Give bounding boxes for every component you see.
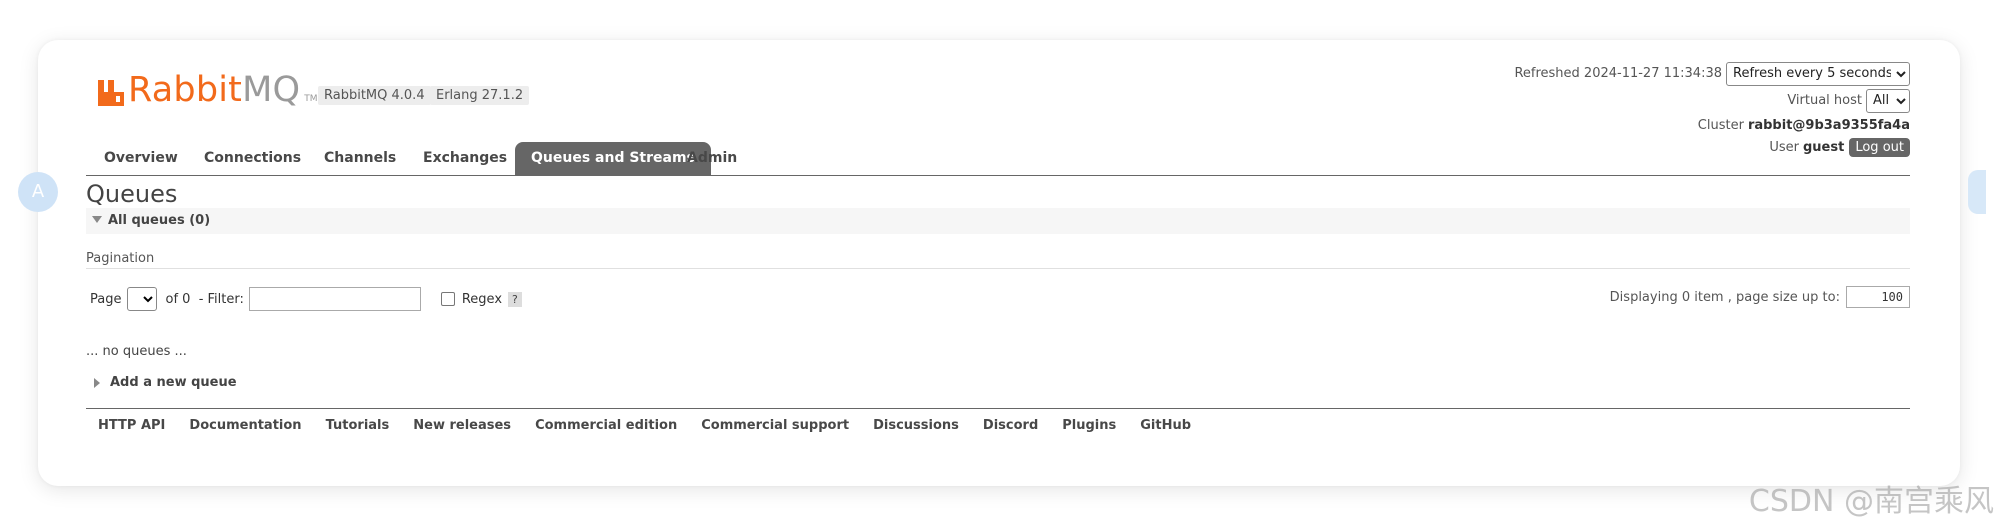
- tab-exchanges[interactable]: Exchanges: [407, 142, 523, 175]
- refresh-row: Refreshed 2024-11-27 11:34:38 Refresh ev…: [1514, 60, 1910, 87]
- all-queues-section-toggle[interactable]: All queues (0): [86, 208, 1910, 234]
- footer-link-http-api[interactable]: HTTP API: [98, 418, 165, 433]
- section-title: All queues (0): [108, 213, 211, 228]
- trademark: TM: [304, 94, 318, 104]
- rabbitmq-version-badge: RabbitMQ 4.0.4: [318, 86, 431, 105]
- vhost-label: Virtual host: [1787, 93, 1862, 108]
- cluster-value: rabbit@9b3a9355fa4a: [1747, 117, 1910, 133]
- side-button-letter: A: [31, 181, 45, 202]
- logo-text-mq: MQ: [242, 70, 301, 110]
- footer-link-plugins[interactable]: Plugins: [1062, 418, 1116, 433]
- pagination-label: Pagination: [86, 251, 155, 266]
- footer-link-discord[interactable]: Discord: [983, 418, 1038, 433]
- filter-label: - Filter:: [198, 291, 244, 307]
- cluster-row: Cluster rabbit@9b3a9355fa4a: [1514, 114, 1910, 136]
- tab-overview[interactable]: Overview: [88, 142, 194, 175]
- page-size-input[interactable]: 100: [1846, 286, 1910, 308]
- csdn-watermark: CSDN @南宫乘风: [1748, 484, 1994, 519]
- footer-divider: [86, 408, 1910, 409]
- collapse-triangle-icon: [92, 216, 102, 223]
- refresh-interval-select[interactable]: Refresh every 5 seconds: [1726, 61, 1910, 86]
- logo-text: RabbitMQ: [128, 72, 300, 108]
- footer-link-documentation[interactable]: Documentation: [189, 418, 301, 433]
- display-info: Displaying 0 item , page size up to: 100: [1610, 286, 1910, 308]
- footer-links: HTTP API Documentation Tutorials New rel…: [98, 418, 1215, 433]
- tab-admin[interactable]: Admin: [671, 142, 753, 175]
- page-count: of 0: [165, 291, 191, 307]
- rabbitmq-logo-icon: [98, 80, 124, 106]
- cluster-label: Cluster: [1697, 117, 1744, 133]
- right-floating-tab[interactable]: [1968, 170, 1986, 214]
- expand-triangle-icon: [94, 377, 100, 388]
- erlang-version-badge: Erlang 27.1.2: [430, 86, 530, 105]
- pagination-controls: Page of 0 - Filter: Regex ?: [90, 287, 522, 311]
- refreshed-label: Refreshed: [1514, 66, 1580, 81]
- footer-link-commercial-edition[interactable]: Commercial edition: [535, 418, 677, 433]
- refreshed-time: 2024-11-27 11:34:38: [1583, 66, 1722, 81]
- footer-link-commercial-support[interactable]: Commercial support: [701, 418, 849, 433]
- regex-help-button[interactable]: ?: [508, 291, 522, 307]
- vhost-select[interactable]: All: [1866, 88, 1910, 113]
- regex-checkbox[interactable]: [440, 292, 455, 306]
- page-select[interactable]: [127, 287, 158, 311]
- add-queue-label: Add a new queue: [110, 375, 237, 390]
- footer-link-tutorials[interactable]: Tutorials: [326, 418, 390, 433]
- empty-queues-text: ... no queues ...: [86, 344, 187, 359]
- page-label: Page: [90, 291, 122, 307]
- pagination-divider: [86, 268, 1910, 269]
- footer-link-discussions[interactable]: Discussions: [873, 418, 959, 433]
- footer-link-github[interactable]: GitHub: [1140, 418, 1191, 433]
- add-queue-toggle[interactable]: Add a new queue: [94, 375, 237, 390]
- main-nav-tabs: Overview Connections Channels Exchanges …: [86, 142, 1910, 176]
- filter-input[interactable]: [248, 287, 421, 311]
- regex-label: Regex: [461, 291, 503, 307]
- tab-connections[interactable]: Connections: [188, 142, 317, 175]
- rabbitmq-logo[interactable]: RabbitMQ TM: [96, 68, 318, 108]
- vhost-row: Virtual host All: [1514, 87, 1910, 114]
- side-floating-button[interactable]: A: [18, 172, 58, 212]
- footer-link-new-releases[interactable]: New releases: [413, 418, 511, 433]
- logo-text-rabbit: Rabbit: [128, 70, 243, 110]
- page-title: Queues: [86, 180, 178, 208]
- tab-channels[interactable]: Channels: [308, 142, 412, 175]
- display-label: Displaying 0 item , page size up to:: [1609, 289, 1840, 305]
